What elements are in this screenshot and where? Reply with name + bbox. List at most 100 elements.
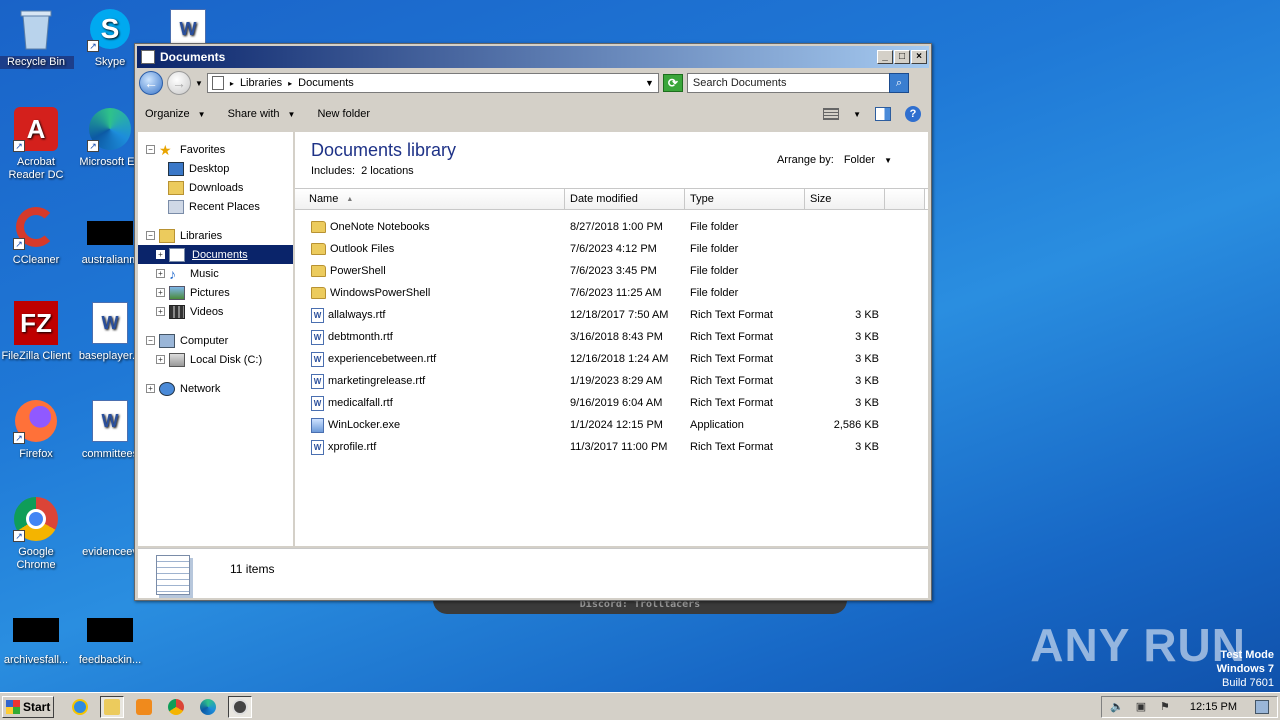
back-button[interactable]: ←	[139, 71, 163, 95]
volume-icon[interactable]: 🔈	[1110, 700, 1124, 714]
column-header-date[interactable]: Date modified	[565, 189, 685, 209]
file-row[interactable]: Wallalways.rtf 12/18/2017 7:50 AM Rich Tex…	[295, 304, 928, 326]
winlocker-taskbar-icon[interactable]	[228, 695, 252, 718]
file-row[interactable]: Wmarketingrelease.rtf 1/19/2023 8:29 AM Ri…	[295, 370, 928, 392]
library-icon	[211, 76, 224, 90]
view-options-caret-icon[interactable]: ▼	[853, 110, 861, 119]
acrobat-icon: A ↗	[13, 106, 59, 152]
tree-item-recent-places[interactable]: Recent Places	[138, 197, 293, 216]
breadcrumb-chevron-icon[interactable]: ▸	[230, 79, 234, 88]
window-title: Documents	[160, 50, 226, 64]
search-input[interactable]: Search Documents ⌕	[686, 73, 909, 93]
desktop-icon-archivesfall[interactable]: archivesfall...	[0, 604, 74, 667]
show-desktop-icon[interactable]	[1255, 699, 1269, 714]
tree-item-local-disk[interactable]: + Local Disk (C:)	[138, 350, 293, 369]
search-icon[interactable]: ⌕	[888, 73, 909, 93]
desktop-icon-chrome[interactable]: ↗ Google Chrome	[0, 496, 74, 572]
action-center-flag-icon[interactable]: ⚑	[1158, 700, 1172, 714]
desktop-icon-label: Firefox	[19, 448, 53, 460]
address-dropdown-icon[interactable]: ▼	[645, 78, 654, 88]
column-header-type[interactable]: Type	[685, 189, 805, 209]
navigation-pane[interactable]: − ★ Favorites Desktop Downloads Recent P…	[138, 132, 295, 546]
organize-button[interactable]: Organize ▼	[145, 108, 206, 120]
collapse-icon[interactable]: −	[146, 231, 155, 240]
close-button[interactable]: ×	[911, 50, 927, 64]
desktop-icon-feedbackin[interactable]: feedbackin...	[72, 604, 148, 667]
new-folder-button[interactable]: New folder	[317, 108, 370, 120]
recent-pages-chevron-icon[interactable]: ▼	[195, 79, 203, 88]
expand-icon[interactable]: +	[156, 355, 165, 364]
share-with-button[interactable]: Share with ▼	[228, 108, 296, 120]
explorer-taskbar-icon[interactable]	[100, 695, 124, 718]
forward-button[interactable]: →	[167, 71, 191, 95]
file-name: OneNote Notebooks	[330, 221, 430, 233]
column-header-size[interactable]: Size	[805, 189, 885, 209]
expand-icon[interactable]: +	[156, 269, 165, 278]
expand-icon[interactable]: +	[146, 384, 155, 393]
file-date: 1/1/2024 12:15 PM	[570, 419, 663, 431]
start-button[interactable]: Start	[2, 695, 54, 718]
file-name: experiencebetween.rtf	[328, 353, 437, 365]
desktop-icon-firefox[interactable]: ↗ Firefox	[0, 398, 74, 461]
build-line: Build 7601	[1222, 677, 1274, 689]
desktop-icon-ccleaner[interactable]: ↗ CCleaner	[0, 204, 74, 267]
file-row[interactable]: Outlook Files 7/6/2023 4:12 PM File folder	[295, 238, 928, 260]
tree-item-pictures[interactable]: + Pictures	[138, 283, 293, 302]
change-view-icon[interactable]	[823, 108, 840, 120]
desktop-icon-recycle-bin[interactable]: Recycle Bin	[0, 6, 74, 69]
tree-item-documents[interactable]: + Documents	[138, 245, 293, 264]
refresh-button[interactable]: ⟳	[662, 74, 683, 92]
media-player-icon[interactable]	[132, 696, 156, 718]
expand-icon[interactable]: +	[156, 307, 165, 316]
file-row[interactable]: Wexperiencebetween.rtf 12/16/2018 1:24 AM…	[295, 348, 928, 370]
expand-icon[interactable]: +	[156, 288, 165, 297]
desktop-icon-acrobat[interactable]: A ↗ Acrobat Reader DC	[0, 106, 74, 182]
column-header-name[interactable]: Name ▲	[295, 189, 565, 209]
file-row[interactable]: Wmedicalfall.rtf 9/16/2019 6:04 AM Rich Te…	[295, 392, 928, 414]
details-pane: 11 items	[138, 548, 928, 598]
collapse-icon[interactable]: −	[146, 145, 155, 154]
tree-item-favorites[interactable]: − ★ Favorites	[138, 140, 293, 159]
file-size: 3 KB	[855, 331, 879, 343]
column-label: Type	[690, 193, 714, 205]
file-row[interactable]: OneNote Notebooks 8/27/2018 1:00 PM File f…	[295, 216, 928, 238]
title-bar[interactable]: Documents _ □ ×	[137, 46, 929, 68]
network-tray-icon[interactable]: ▣	[1134, 700, 1148, 714]
expand-icon[interactable]: +	[156, 250, 165, 259]
desktop-icon-filezilla[interactable]: FZ FileZilla Client	[0, 300, 74, 363]
breadcrumb-libraries[interactable]: Libraries	[240, 77, 282, 89]
arrange-by-dropdown[interactable]: Folder ▼	[844, 154, 892, 166]
tree-item-desktop[interactable]: Desktop	[138, 159, 293, 178]
file-row[interactable]: Wxprofile.rtf 11/3/2017 11:00 PM Rich Text…	[295, 436, 928, 458]
chrome-icon: ↗	[13, 496, 59, 542]
maximize-button[interactable]: □	[894, 50, 910, 64]
file-name-cell: OneNote Notebooks	[295, 221, 565, 233]
tree-item-music[interactable]: + ♪ Music	[138, 264, 293, 283]
tree-item-network[interactable]: + Network	[138, 379, 293, 398]
address-field[interactable]: ▸ Libraries ▸ Documents ▼	[206, 73, 659, 93]
collapse-icon[interactable]: −	[146, 336, 155, 345]
edge-taskbar-icon[interactable]	[196, 696, 220, 718]
tree-item-libraries[interactable]: − Libraries	[138, 226, 293, 245]
file-row[interactable]: WinLocker.exe 1/1/2024 12:15 PM Applicatio…	[295, 414, 928, 436]
breadcrumb-documents[interactable]: Documents	[298, 77, 354, 89]
help-icon[interactable]: ?	[905, 106, 921, 122]
tree-item-downloads[interactable]: Downloads	[138, 178, 293, 197]
file-date: 8/27/2018 1:00 PM	[570, 221, 663, 233]
internet-explorer-icon[interactable]	[68, 696, 92, 718]
file-list: OneNote Notebooks 8/27/2018 1:00 PM File f…	[295, 210, 928, 458]
file-row[interactable]: WindowsPowerShell 7/6/2023 11:25 AM File f…	[295, 282, 928, 304]
clock[interactable]: 12:15 PM	[1190, 701, 1237, 713]
chrome-taskbar-icon[interactable]	[164, 696, 188, 718]
breadcrumb-chevron-icon[interactable]: ▸	[288, 79, 292, 88]
file-date: 1/19/2023 8:29 AM	[570, 375, 663, 387]
minimize-button[interactable]: _	[877, 50, 893, 64]
desktop-icon-label: FileZilla Client	[1, 350, 71, 362]
tree-item-computer[interactable]: − Computer	[138, 331, 293, 350]
preview-pane-icon[interactable]	[875, 107, 891, 121]
rtf-document-icon: W	[311, 395, 324, 411]
file-row[interactable]: Wdebtmonth.rtf 3/16/2018 8:43 PM Rich Text…	[295, 326, 928, 348]
file-row[interactable]: PowerShell 7/6/2023 3:45 PM File folder	[295, 260, 928, 282]
tree-item-videos[interactable]: + Videos	[138, 302, 293, 321]
includes-locations-link[interactable]: 2 locations	[361, 165, 414, 177]
